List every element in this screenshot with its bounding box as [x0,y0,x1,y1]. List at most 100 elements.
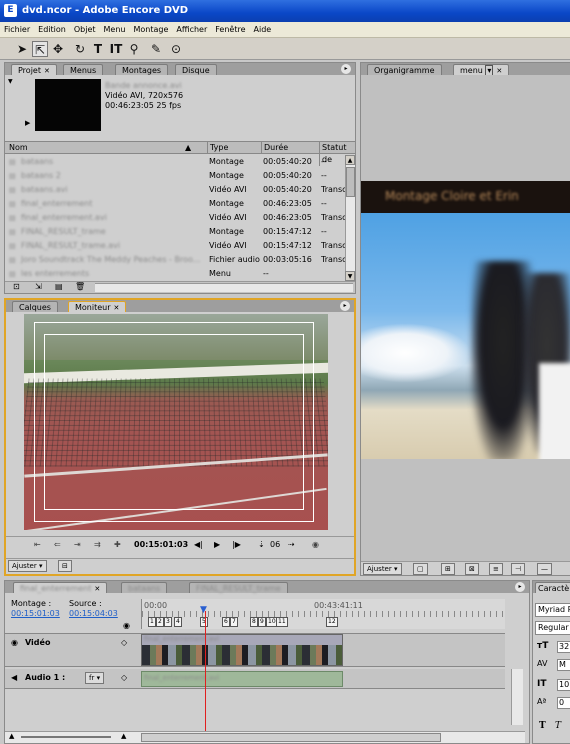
link-icon[interactable]: ◇ [121,638,127,647]
chapter-marker[interactable]: 4 [174,617,182,627]
chapter-marker[interactable]: 6 [222,617,230,627]
chapter-marker[interactable]: 2 [156,617,164,627]
list-item[interactable]: ▤ bataans 2 Montage 00:05:40:20 -- [5,169,345,183]
list-item[interactable]: ▤ FINAL_RESULT_trame Montage 00:15:47:12 -- [5,225,345,239]
chapter-marker[interactable]: 1 [148,617,156,627]
menu-objet[interactable]: Objet [70,22,100,38]
zoom-out-icon[interactable]: ▲ [9,732,14,740]
rewind-icon[interactable]: ◀| [194,537,203,553]
trash-icon[interactable]: 🗑 [75,282,85,291]
font-family-field[interactable]: Myriad P [535,603,570,617]
tab-menu[interactable]: menu ▾ ✕ [453,64,510,76]
bold-text-icon[interactable]: T [539,721,546,731]
step-back-icon[interactable]: ⇐ [54,537,61,553]
col-duree[interactable]: Durée [261,142,288,154]
safe-area-toggle[interactable]: ▢ [413,563,428,575]
close-icon[interactable]: ✕ [44,67,50,75]
chapter-marker[interactable]: 3 [164,617,172,627]
menu-fichier[interactable]: Fichier [0,22,34,38]
menu-fenetre[interactable]: Fenêtre [211,22,249,38]
tab-moniteur[interactable]: Moniteur ✕ [68,301,127,312]
col-type[interactable]: Type [207,142,228,154]
panel-menu-icon[interactable]: ▸ [515,582,525,592]
menu-background-image[interactable] [361,213,570,459]
tab-menus[interactable]: Menus [63,64,104,75]
prev-chapter-icon[interactable]: ⇤ [34,537,41,553]
tab-projet[interactable]: Projet ✕ [11,64,57,75]
add-chapter-icon[interactable]: ◉ [123,621,130,630]
play-icon[interactable]: ▶ [25,119,30,127]
fit-dropdown[interactable]: Ajuster ▾ [8,560,47,572]
chapter-number[interactable]: 06 [270,537,280,553]
tab-timeline-final[interactable]: final_enterrement ✕ [13,582,108,593]
chapter-marker[interactable]: 11 [276,617,288,627]
list-item[interactable]: ▤ final_enterrement Montage 00:46:23:05 -- [5,197,345,211]
mark-out-icon[interactable]: ⇉ [94,537,101,553]
vertical-text-tool-icon[interactable]: IT [108,41,124,57]
add-chapter-icon[interactable]: ✚ [114,537,121,553]
import-icon[interactable]: ⇲ [35,282,42,291]
chapter-marker[interactable]: 7 [230,617,238,627]
text-tool-icon[interactable]: T [90,41,106,57]
menu-aide[interactable]: Aide [250,22,276,38]
speaker-icon[interactable]: ◀ [11,673,17,682]
timeline-vscroll[interactable] [511,669,523,725]
italic-text-icon[interactable]: T [555,721,561,731]
project-hscroll[interactable] [95,283,353,292]
chapter-marker[interactable]: 5 [200,617,208,627]
monitor-video-frame[interactable] [24,314,328,530]
vertical-scale-field[interactable]: 10 [557,679,570,691]
collapse-icon[interactable]: ▼ [8,78,13,85]
tab-organigramme[interactable]: Organigramme [367,64,442,75]
panel-menu-icon[interactable]: ▸ [341,64,351,74]
chapter-marker[interactable]: 8 [250,617,258,627]
tab-timeline-bataans[interactable]: bataans [121,582,168,593]
new-folder-icon[interactable]: ▤ [55,282,63,291]
montage-timecode[interactable]: 00:15:01:03 [11,609,60,619]
timeline-hscroll-thumb[interactable] [141,733,441,742]
menu-montage[interactable]: Montage [129,22,172,38]
audio-language-dropdown[interactable]: fr ▾ [85,672,105,684]
zoom-tool-icon[interactable]: ⚲ [126,41,142,57]
goto-chapter-icon[interactable]: ⇣ [258,537,265,553]
playhead-handle-icon[interactable]: ▼ [200,605,207,615]
source-timecode[interactable]: 00:15:04:03 [69,609,118,619]
video-clip[interactable]: final_enterrement.avi [141,634,343,666]
close-icon[interactable]: ✕ [496,67,502,75]
chapter-marker[interactable]: 9 [258,617,266,627]
list-item[interactable]: ▤ Joro Soundtrack The Meddy Peaches - Bro… [5,253,345,267]
playhead[interactable] [205,611,206,743]
grid-toggle[interactable]: ⊞ [441,563,455,575]
direct-select-tool-icon[interactable]: ⇱ [32,41,48,57]
zoom-in-icon[interactable]: ▲ [121,732,126,740]
edit-tool-icon[interactable]: ✎ [148,41,164,57]
list-item[interactable]: ▤ bataans Montage 00:05:40:20 -- [5,155,345,169]
baseline-field[interactable]: 0 [557,697,570,709]
project-scrollbar[interactable]: ▲ ▼ [345,155,355,281]
close-icon[interactable]: ✕ [94,585,100,593]
tab-montages[interactable]: Montages [115,64,169,75]
scroll-thumb[interactable] [346,167,355,197]
close-icon[interactable]: ✕ [114,304,120,312]
tab-calques[interactable]: Calques [12,301,58,312]
forward-icon[interactable]: |▶ [232,537,241,553]
tab-disque[interactable]: Disque [175,64,217,75]
panel-menu-icon[interactable]: ▸ [340,301,350,311]
safe-area-toggle[interactable]: ⊟ [58,560,72,572]
align-toggle[interactable]: ⊣ [511,563,526,575]
minus-toggle[interactable]: — [537,563,552,575]
tab-timeline-result[interactable]: FINAL_RESULT_trame [189,582,288,593]
menu-title-text[interactable]: Montage Cloire et Erin [385,189,519,203]
timeline-ruler[interactable]: 00:00 00:43:41:11 1 2 3 4 5 6 7 8 9 10 11 12 [141,599,506,629]
timeline-hscroll[interactable]: ▲ ▲ [5,731,525,743]
sort-icon[interactable]: ▲ [185,142,191,154]
new-item-icon[interactable]: ⊡ [13,282,20,291]
audio-clip[interactable]: final_enterrement.avi [141,671,343,687]
zoom-slider[interactable] [21,736,111,738]
menu-edition[interactable]: Edition [34,22,70,38]
link-icon[interactable]: ◇ [121,673,127,682]
fit-dropdown[interactable]: Ajuster ▾ [363,563,402,575]
list-item[interactable]: ▤ bataans.avi Vidéo AVI 00:05:40:20 Transc [5,183,345,197]
rotate-tool-icon[interactable]: ↻ [72,41,88,57]
list-item[interactable]: ▤ FINAL_RESULT_trame.avi Vidéo AVI 00:15:47… [5,239,345,253]
